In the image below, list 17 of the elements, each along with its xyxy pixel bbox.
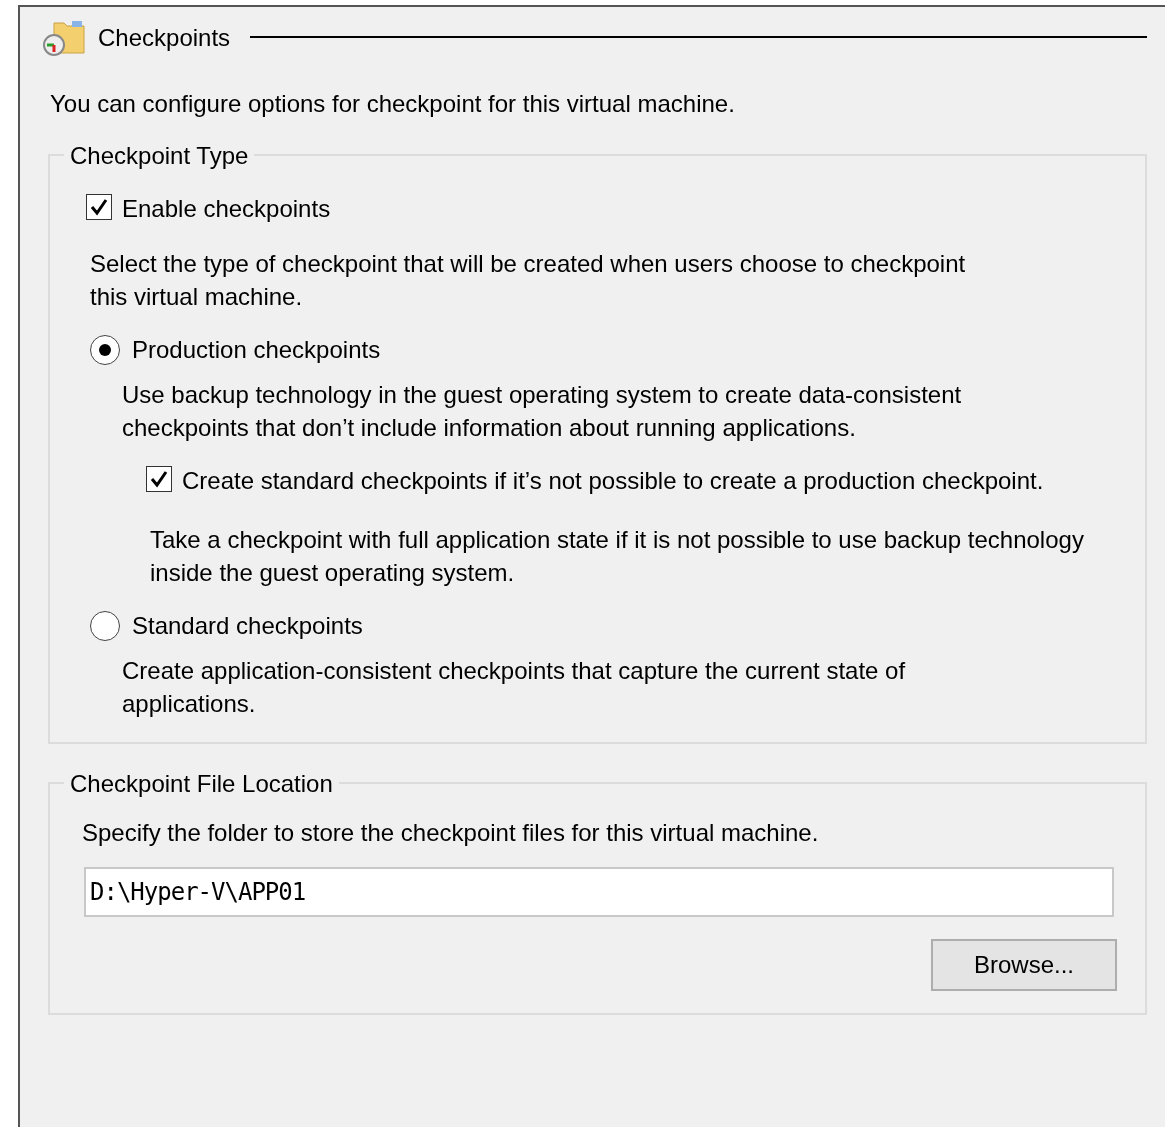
intro-text: You can configure options for checkpoint for this virtual machine.	[50, 89, 736, 119]
checkbox-label[interactable]: Enable checkpoints	[122, 192, 331, 225]
section-title: Checkpoints	[98, 22, 231, 53]
option-description: Create application-consistent checkpoints that capture the current state of applications.	[122, 656, 907, 719]
checkbox-label[interactable]: Create standard checkpoints if it’s not possible to create a production checkpoint.	[182, 464, 1062, 497]
folder-path-field[interactable]: D:\Hyper-V\APP01	[84, 867, 1114, 917]
radio-label[interactable]: Standard checkpoints	[132, 609, 363, 642]
option-description: Use backup technology in the guest operating system to create data-consistent checkpoints that don’t include information about running applications.	[122, 380, 963, 443]
radio-button[interactable]	[90, 334, 120, 365]
radio-label[interactable]: Production checkpoints	[132, 333, 381, 366]
radio-button[interactable]	[90, 610, 120, 641]
instruction-text: Select the type of checkpoint that will be created when users choose to checkpoint this virtual machine.	[90, 249, 967, 312]
browse-button[interactable]: Browse...	[931, 939, 1117, 991]
checkbox[interactable]	[146, 466, 172, 492]
note-text: Take a checkpoint with full application state if it is not possible to use backup technology inside the guest operating system.	[150, 525, 1085, 588]
instruction-text: Specify the folder to store the checkpoint files for this virtual machine.	[82, 818, 820, 848]
checkbox[interactable]	[86, 194, 112, 220]
